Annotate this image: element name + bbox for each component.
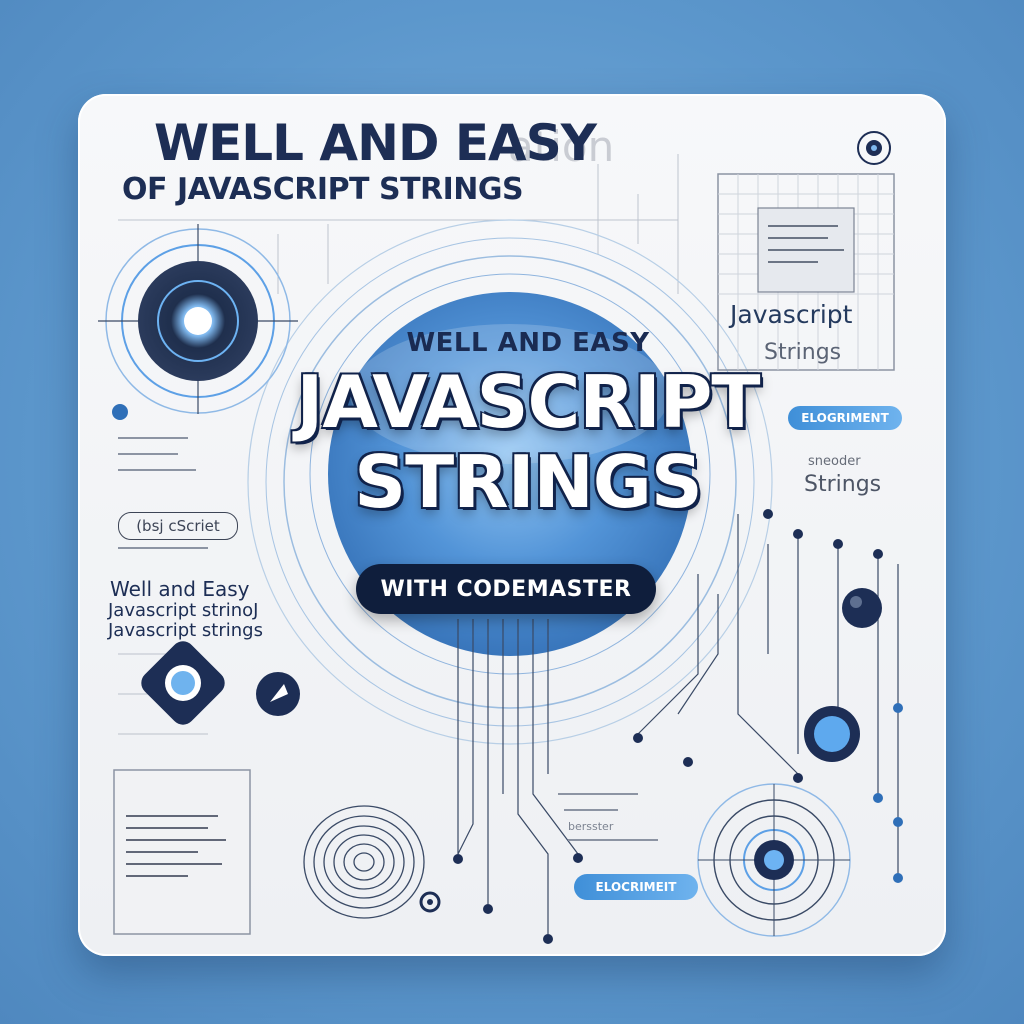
bottom-experiment-button[interactable]: ELOCRIMEIT (574, 874, 698, 900)
bottom-radar (697, 783, 851, 937)
blue-dial-icon (804, 706, 860, 762)
side-small-text: sneoder (808, 454, 861, 469)
knob-icon (256, 672, 300, 716)
target-icon (857, 131, 891, 165)
fingerprint-icon (303, 805, 425, 919)
script-chip[interactable]: (bsj cScriet (118, 512, 238, 540)
experiment-button[interactable]: ELOGRIMENT (788, 406, 902, 430)
diamond-icon (141, 641, 225, 725)
hero-title: JAVASCRIPT STRINGS (198, 362, 858, 522)
codemaster-pill: WITH CODEMASTER (356, 564, 656, 614)
bottom-faint-text: bersster (568, 820, 614, 833)
panel-label-javascript: Javascript (730, 300, 853, 329)
left-well-text: Well and Easy (110, 577, 250, 601)
left-js-line-2: Javascript strings (108, 620, 263, 641)
poster-card: ation WELL AND EASY OF JAVASCRIPT STRING… (78, 94, 946, 956)
hero-kicker: WELL AND EASY (406, 328, 650, 358)
sphere-icon (842, 588, 882, 628)
page-title: WELL AND EASY (154, 114, 597, 172)
bottom-document (113, 769, 251, 935)
hero-title-line-1: JAVASCRIPT (296, 360, 761, 444)
hero-title-line-2: STRINGS (354, 440, 702, 524)
left-js-line-1: Javascript strinoJ (108, 600, 259, 621)
page-subtitle: OF JAVASCRIPT STRINGS (122, 172, 524, 207)
side-strings-text: Strings (804, 472, 882, 497)
